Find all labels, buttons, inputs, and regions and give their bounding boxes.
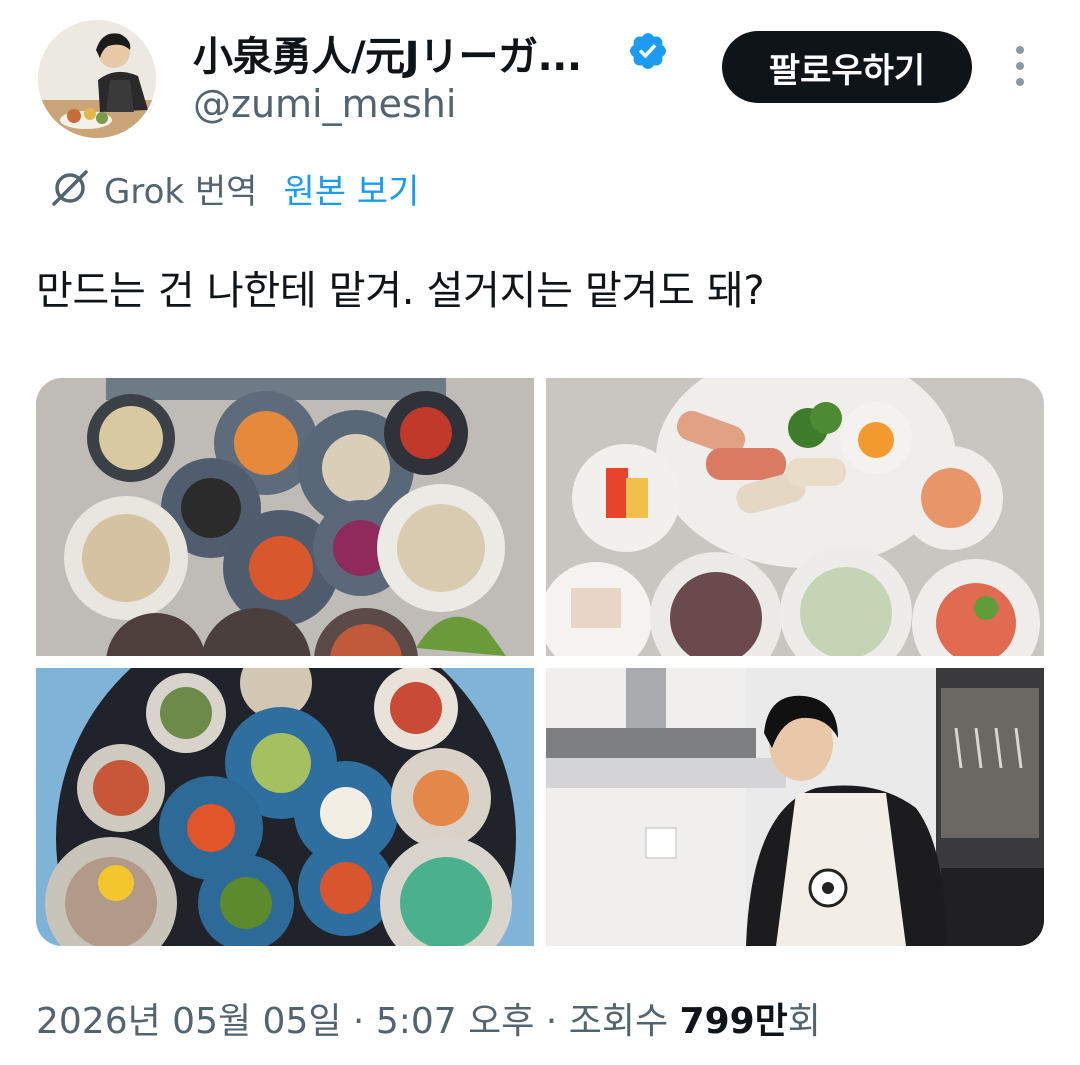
meta-separator: · (534, 1001, 569, 1042)
media-photo-3[interactable] (36, 668, 534, 946)
media-photo-2[interactable] (546, 378, 1044, 656)
author-display-name[interactable]: 小泉勇人/元Jリーガ... (193, 24, 582, 82)
views-suffix: 회 (787, 1001, 821, 1042)
tweet-meta: 2026년 05월 05일 · 5:07 오후 · 조회수 799만회 (36, 992, 821, 1044)
translation-row: Grok 번역 원본 보기 (48, 164, 419, 212)
verified-badge-icon (630, 33, 666, 69)
views-count: 799만 (679, 1001, 788, 1042)
views-label: 조회수 (568, 1001, 680, 1042)
media-photo-4[interactable] (546, 668, 1044, 946)
grok-icon (52, 170, 88, 206)
media-photo-1[interactable] (36, 378, 534, 656)
tweet-text: 만드는 건 나한테 맡겨. 설거지는 맡겨도 돼? (36, 268, 765, 314)
media-grid (36, 378, 1044, 946)
tweet-date[interactable]: 2026년 05월 05일 (36, 1001, 341, 1042)
view-original-link[interactable]: 원본 보기 (283, 164, 419, 213)
avatar[interactable] (38, 20, 156, 138)
author-handle[interactable]: @zumi_meshi (193, 82, 456, 126)
tweet-time[interactable]: 5:07 오후 (376, 1001, 535, 1042)
grok-translate-label: Grok 번역 (104, 171, 258, 212)
follow-button[interactable]: 팔로우하기 (722, 31, 972, 103)
meta-separator: · (341, 1001, 376, 1042)
more-vertical-icon[interactable] (1010, 46, 1030, 88)
